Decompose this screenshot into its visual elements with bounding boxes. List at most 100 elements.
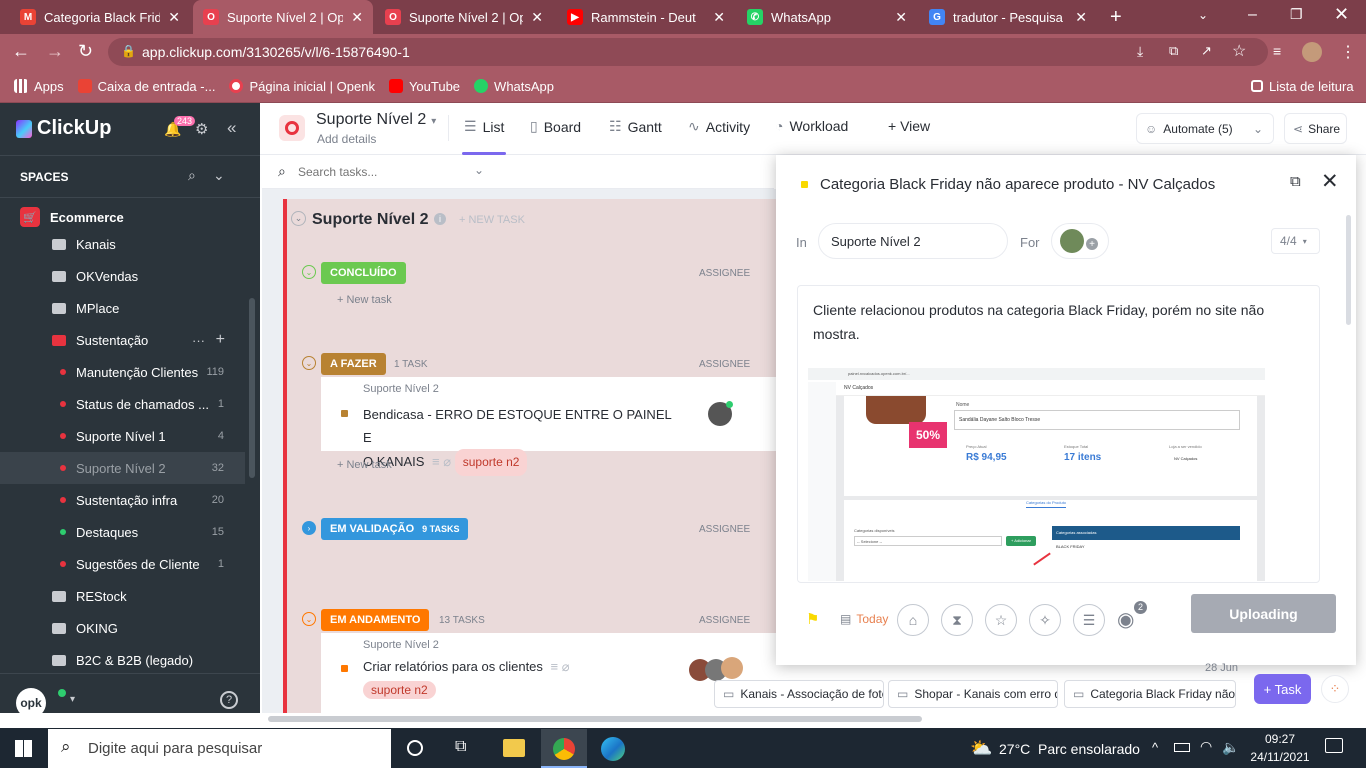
add-view-button[interactable]: + View <box>888 118 930 134</box>
tab-search-icon[interactable]: ⌄ <box>1198 8 1208 22</box>
chrome-taskbar-item[interactable] <box>541 729 587 768</box>
task-tag[interactable]: suporte n2 <box>363 681 436 699</box>
weather-text[interactable]: Parc ensolarado <box>1038 741 1140 757</box>
reload-button[interactable]: ↻ <box>78 41 93 62</box>
sidebar-list-item[interactable]: Sustentação infra 20 <box>0 484 245 516</box>
close-icon[interactable]: ✕ <box>1321 169 1339 194</box>
url-bar[interactable]: 🔒 app.clickup.com/3130265/v/l/6-15876490… <box>108 38 1268 66</box>
close-tab-icon[interactable]: ✕ <box>168 9 180 26</box>
wifi-icon[interactable]: ◠ <box>1200 738 1212 755</box>
tags-icon[interactable]: ⌂ <box>897 604 929 636</box>
group-toggle-icon[interactable]: ⌄ <box>302 612 316 626</box>
clock-time[interactable]: 09:27 <box>1250 732 1310 746</box>
settings-gear-icon[interactable]: ⚙ <box>195 120 208 138</box>
magic-wand-icon[interactable]: ✧ <box>1029 604 1061 636</box>
tab-workload[interactable]: ◔ Workload <box>775 118 848 134</box>
close-tab-icon[interactable]: ✕ <box>713 9 725 26</box>
user-menu-chevron-icon[interactable]: ▾ <box>70 694 75 705</box>
bookmark-star-icon[interactable]: ☆ <box>1232 41 1246 61</box>
task-row[interactable]: Suporte Nível 2 Bendicasa - ERRO DE ESTO… <box>321 377 776 476</box>
file-explorer-icon[interactable] <box>503 739 525 757</box>
help-icon[interactable]: ? <box>220 691 238 709</box>
restore-button[interactable]: ❐ <box>1290 6 1303 23</box>
close-window-button[interactable]: ✕ <box>1334 4 1349 25</box>
task-status-square[interactable] <box>801 181 808 188</box>
tab-activity[interactable]: ∿ Activity <box>688 118 750 135</box>
status-pill-concluido[interactable]: CONCLUÍDO <box>321 262 406 284</box>
bookmark-gmail[interactable]: Caixa de entrada -... <box>77 79 215 94</box>
clock-date[interactable]: 24/11/2021 <box>1244 750 1316 764</box>
star-icon[interactable]: ☆ <box>985 604 1017 636</box>
browser-tab[interactable]: O Suporte Nível 2 | Oper ✕ <box>193 0 373 34</box>
spaces-chevron-down-icon[interactable]: ⌄ <box>213 167 225 184</box>
open-fullscreen-icon[interactable]: ⧉ <box>1290 173 1301 190</box>
close-tab-icon[interactable]: ✕ <box>531 9 543 26</box>
browser-tab[interactable]: M Categoria Black Friday ✕ <box>10 0 190 34</box>
sidebar-list-item[interactable]: Manutenção Clientes 119 <box>0 356 245 388</box>
minimized-task-tray[interactable]: ▭ Categoria Black Friday não <box>1064 680 1236 708</box>
new-tab-button[interactable]: + <box>1110 6 1122 29</box>
close-tab-icon[interactable]: ✕ <box>1075 9 1087 26</box>
battery-icon[interactable] <box>1174 743 1190 752</box>
forward-button[interactable]: → <box>46 41 64 62</box>
download-icon[interactable]: ⤓ <box>1137 43 1143 60</box>
group-toggle-icon[interactable]: ⌄ <box>302 356 316 370</box>
sidebar-folder[interactable]: REStock <box>0 580 245 612</box>
reading-list[interactable]: Lista de leitura <box>1251 79 1354 94</box>
browser-tab[interactable]: ▶ Rammstein - Deut ✕ <box>557 0 735 34</box>
add-details-link[interactable]: Add details <box>317 132 376 146</box>
reading-mode-icon[interactable]: ≡ <box>1273 43 1281 59</box>
clickup-logo[interactable]: ClickUp <box>16 117 111 140</box>
new-task-header-button[interactable]: + NEW TASK <box>459 214 525 226</box>
collapse-list-icon[interactable]: ⌄ <box>291 211 306 226</box>
bookmark-apps[interactable]: Apps <box>14 79 64 94</box>
add-assignee-icon[interactable]: + <box>1086 238 1098 250</box>
search-input[interactable] <box>298 162 468 182</box>
sidebar-list-item[interactable]: Suporte Nível 2 32 <box>0 452 245 484</box>
minimized-task-tray[interactable]: ▭ Shopar - Kanais com erro d <box>888 680 1058 708</box>
profile-avatar[interactable] <box>1302 42 1322 62</box>
task-row[interactable]: Suporte Nível 2 Criar relatórios para os… <box>321 633 776 713</box>
volume-icon[interactable]: 🔈 <box>1222 739 1239 756</box>
status-pill-a-fazer[interactable]: A FAZER <box>321 353 386 375</box>
list-info-icon[interactable]: i <box>434 213 446 225</box>
sidebar-list-item[interactable]: Suporte Nível 1 4 <box>0 420 245 452</box>
status-pill-em-andamento[interactable]: EM ANDAMENTO <box>321 609 430 631</box>
task-title[interactable]: Bendicasa - ERRO DE ESTOQUE ENTRE O PAIN… <box>363 403 683 476</box>
task-pager[interactable]: 4/4 ▾ <box>1271 228 1320 254</box>
sidebar-list-item[interactable]: Sugestões de Cliente 1 <box>0 548 245 580</box>
due-date-button[interactable]: ▤ Today <box>840 612 888 626</box>
sidebar-folder[interactable]: MPlace <box>0 292 245 324</box>
task-status-square[interactable] <box>341 410 348 417</box>
translate-icon[interactable]: ⧉ <box>1169 43 1178 59</box>
search-options-chevron-icon[interactable]: ⌄ <box>474 163 484 177</box>
back-button[interactable]: ← <box>12 41 30 62</box>
group-toggle-icon[interactable]: ⌄ <box>302 265 316 279</box>
task-status-square[interactable] <box>341 665 348 672</box>
sidebar-list-item[interactable]: Status de chamados ... 1 <box>0 388 245 420</box>
list-title[interactable]: Suporte Nível 2 ▾ <box>316 111 436 129</box>
tab-board[interactable]: ▯ Board <box>530 118 581 135</box>
edge-icon[interactable] <box>601 737 625 761</box>
browser-tab[interactable]: O Suporte Nível 2 | Oper ✕ <box>375 0 553 34</box>
sidebar-folder[interactable]: Kanais <box>0 228 245 260</box>
browser-tab[interactable]: Gtradutor - Pesquisa Go ✕ <box>919 0 1097 34</box>
new-task-row[interactable]: + New task <box>337 294 392 306</box>
priority-flag-icon[interactable]: ⚑ <box>806 610 819 628</box>
embedded-screenshot[interactable]: painel.nvcalcados.openk.com.br/... NV Ca… <box>798 366 1265 581</box>
apps-grid-icon[interactable]: ⁘ <box>1321 675 1349 703</box>
modal-scrollbar[interactable] <box>1346 215 1351 325</box>
share-page-icon[interactable]: ↗ <box>1201 43 1212 59</box>
temperature-text[interactable]: 27°C <box>999 741 1030 757</box>
collapse-sidebar-icon[interactable]: « <box>227 118 236 138</box>
bookmark-whatsapp[interactable]: WhatsApp <box>474 79 554 94</box>
weather-icon[interactable]: ⛅ <box>970 738 992 759</box>
windows-start-icon[interactable] <box>15 740 32 757</box>
assignee-field[interactable]: + <box>1051 223 1109 259</box>
task-title[interactable]: Criar relatórios para os clientes ≡ ⌀ <box>363 659 570 675</box>
minimize-button[interactable]: – <box>1248 6 1257 24</box>
windows-search-box[interactable]: ⌕ Digite aqui para pesquisar <box>48 729 391 768</box>
browser-menu-icon[interactable]: ⋮ <box>1340 42 1356 62</box>
add-icon[interactable]: + <box>216 331 225 349</box>
sidebar-scrollbar[interactable] <box>249 298 255 478</box>
